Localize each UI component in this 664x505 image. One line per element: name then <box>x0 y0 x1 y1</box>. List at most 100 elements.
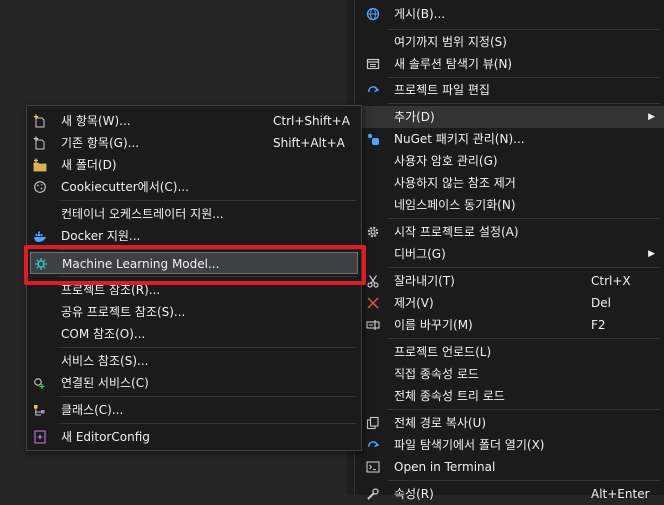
menu-item-manage-nuget[interactable]: NuGet 패키지 관리(N)... <box>355 128 664 150</box>
menu-separator <box>57 200 357 201</box>
globe-icon <box>366 7 380 21</box>
highlight-annotation-box <box>24 245 366 285</box>
class-icon <box>34 405 45 416</box>
menu-separator <box>57 347 357 348</box>
menu-item-label: 제거(V) <box>394 296 434 310</box>
menu-item-label: 게시(B)... <box>394 7 446 21</box>
submenu-item-connected-service[interactable]: 연결된 서비스(C) <box>27 372 361 394</box>
scissors-icon <box>367 275 379 288</box>
submenu-item-class[interactable]: 클래스(C)... <box>27 399 361 421</box>
docker-icon <box>34 231 46 242</box>
menu-item-load-direct-dependencies[interactable]: 직접 종속성 로드 <box>355 363 664 385</box>
menu-item-label: 시작 프로젝트로 설정(A) <box>394 225 519 239</box>
menu-item-label: 잘라내기(T) <box>394 274 455 288</box>
menu-item-label: 새 EditorConfig <box>61 430 150 444</box>
menu-item-label: 속성(R) <box>394 487 434 501</box>
menu-item-label: 사용하지 않는 참조 제거 <box>394 176 516 190</box>
menu-item-open-in-terminal[interactable]: Open in Terminal <box>355 456 664 478</box>
menu-item-cut[interactable]: 잘라내기(T) Ctrl+X <box>355 270 664 292</box>
menu-item-remove-unused-references[interactable]: 사용하지 않는 참조 제거 <box>355 172 664 194</box>
menu-item-sync-namespaces[interactable]: 네임스페이스 동기화(N) <box>355 194 664 216</box>
menu-item-label: 디버그(G) <box>394 247 446 261</box>
menu-item-label: 전체 종속성 트리 로드 <box>394 389 505 403</box>
rename-icon <box>366 320 380 330</box>
menu-item-label: 추가(D) <box>394 110 435 124</box>
gear-icon <box>367 226 379 238</box>
menu-item-shortcut: Alt+Enter <box>591 487 650 501</box>
menu-item-new-solution-explorer-view[interactable]: 새 솔루션 탐색기 뷰(N) <box>355 53 664 75</box>
menu-item-properties[interactable]: 속성(R) Alt+Enter <box>355 483 664 505</box>
menu-item-label: 프로젝트 파일 편집 <box>394 83 490 97</box>
submenu-item-new-editorconfig[interactable]: 새 EditorConfig <box>27 426 361 448</box>
submenu-item-new-folder[interactable]: 새 폴더(D) <box>27 154 361 176</box>
new-item-icon <box>33 114 45 128</box>
menu-item-set-startup-project[interactable]: 시작 프로젝트로 설정(A) <box>355 221 664 243</box>
menu-item-manage-user-secrets[interactable]: 사용자 암호 관리(G) <box>355 150 664 172</box>
menu-item-open-folder-in-explorer[interactable]: 파일 탐색기에서 폴더 열기(X) <box>355 434 664 456</box>
submenu-item-new-item[interactable]: 새 항목(W)... Ctrl+Shift+A <box>27 110 361 132</box>
menu-separator <box>387 29 660 30</box>
menu-item-label: 이름 바꾸기(M) <box>394 318 473 332</box>
menu-item-label: 새 항목(W)... <box>61 114 131 128</box>
menu-item-edit-project-file[interactable]: 프로젝트 파일 편집 <box>355 79 664 101</box>
solution-explorer-context-menu: 게시(B)... 여기까지 범위 지정(S) 새 솔루션 탐색기 뷰(N) 프로… <box>354 0 664 501</box>
cookiecutter-icon <box>34 181 46 193</box>
menu-item-rename[interactable]: 이름 바꾸기(M) F2 <box>355 314 664 336</box>
menu-item-label: Cookiecutter에서(C)... <box>61 180 189 194</box>
submenu-item-com-reference[interactable]: COM 참조(O)... <box>27 323 361 345</box>
menu-item-debug[interactable]: 디버그(G) ▶ <box>355 243 664 265</box>
menu-item-shortcut: Ctrl+Shift+A <box>273 114 350 128</box>
menu-item-label: 전체 경로 복사(U) <box>394 416 487 430</box>
menu-item-label: 기존 항목(G)... <box>61 136 140 150</box>
menu-item-label: 공유 프로젝트 참조(S)... <box>61 305 186 319</box>
menu-item-label: 직접 종속성 로드 <box>394 367 479 381</box>
menu-item-label: 네임스페이스 동기화(N) <box>394 198 516 212</box>
existing-item-icon <box>33 136 45 150</box>
menu-item-add[interactable]: 추가(D) ▶ <box>355 106 664 128</box>
menu-separator <box>57 396 357 397</box>
menu-separator <box>387 267 660 268</box>
menu-separator <box>387 409 660 410</box>
submenu-item-existing-item[interactable]: 기존 항목(G)... Shift+Alt+A <box>27 132 361 154</box>
menu-item-label: 여기까지 범위 지정(S) <box>394 35 507 49</box>
menu-item-shortcut: Ctrl+X <box>591 274 631 288</box>
menu-separator <box>387 338 660 339</box>
menu-item-label: 새 솔루션 탐색기 뷰(N) <box>394 57 513 71</box>
menu-separator <box>387 480 660 481</box>
submenu-item-container-orchestrator-support[interactable]: 컨테이너 오케스트레이터 지원... <box>27 203 361 225</box>
connected-service-icon <box>34 378 45 389</box>
menu-item-label: NuGet 패키지 관리(N)... <box>394 132 525 146</box>
menu-item-shortcut: Shift+Alt+A <box>273 136 345 150</box>
menu-item-remove[interactable]: 제거(V) Del <box>355 292 664 314</box>
new-folder-icon <box>33 158 47 172</box>
refresh-icon <box>368 441 380 448</box>
menu-separator <box>387 77 660 78</box>
editorconfig-icon <box>34 430 46 444</box>
menu-item-label: 컨테이너 오케스트레이터 지원... <box>61 207 224 221</box>
solution-view-icon <box>366 58 380 70</box>
wrench-icon <box>367 488 379 500</box>
menu-item-copy-full-path[interactable]: 전체 경로 복사(U) <box>355 412 664 434</box>
submenu-item-shared-project-reference[interactable]: 공유 프로젝트 참조(S)... <box>27 301 361 323</box>
menu-item-shortcut: F2 <box>591 318 606 332</box>
menu-item-label: Docker 지원... <box>61 229 141 243</box>
menu-item-unload-project[interactable]: 프로젝트 언로드(L) <box>355 341 664 363</box>
menu-item-label: 사용자 암호 관리(G) <box>394 154 498 168</box>
menu-item-load-entire-dependency-tree[interactable]: 전체 종속성 트리 로드 <box>355 385 664 407</box>
menu-separator <box>387 218 660 219</box>
nuget-icon <box>367 133 379 145</box>
menu-separator <box>57 423 357 424</box>
menu-item-scope-to-this[interactable]: 여기까지 범위 지정(S) <box>355 31 664 53</box>
edit-redo-icon <box>368 86 380 93</box>
menu-item-label: COM 참조(O)... <box>61 327 146 341</box>
submenu-item-service-reference[interactable]: 서비스 참조(S)... <box>27 350 361 372</box>
submenu-arrow-icon: ▶ <box>648 112 655 122</box>
submenu-item-docker-support[interactable]: Docker 지원... <box>27 225 361 247</box>
terminal-icon <box>366 461 380 473</box>
menu-item-label: 서비스 참조(S)... <box>61 354 149 368</box>
submenu-item-from-cookiecutter[interactable]: Cookiecutter에서(C)... <box>27 176 361 198</box>
menu-item-publish[interactable]: 게시(B)... <box>355 3 664 25</box>
menu-item-label: Open in Terminal <box>394 460 496 474</box>
menu-item-label: 연결된 서비스(C) <box>61 376 149 390</box>
menu-item-label: 클래스(C)... <box>61 403 124 417</box>
